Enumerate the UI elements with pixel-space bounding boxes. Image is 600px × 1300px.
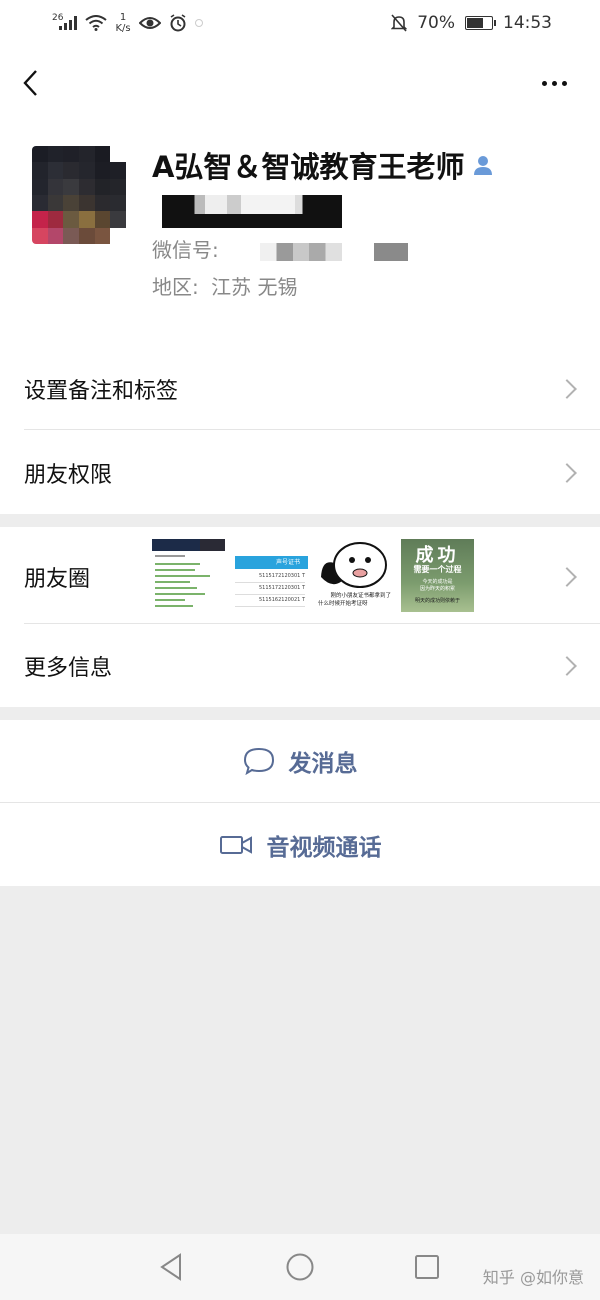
speed-value: 1 — [119, 12, 127, 23]
moments-thumbnails[interactable]: 声号证书 5115172120301 T 5115172120301 T 511… — [152, 539, 474, 612]
clock: 14:53 — [503, 13, 552, 33]
send-message-label: 发消息 — [288, 751, 358, 777]
redacted-nickname-bar — [162, 214, 342, 228]
watermark: 知乎 @如你意 — [482, 1268, 584, 1287]
thumb2-row: 5115172120301 T — [235, 571, 305, 583]
mute-bell-icon — [391, 14, 408, 32]
settings-section: 设置备注和标签 朋友权限 — [0, 346, 600, 514]
thumb2-row: 5115172120301 T — [235, 583, 305, 595]
thumb4-line: 今天的成功是 — [422, 579, 453, 585]
battery-percent: 70% — [417, 13, 455, 33]
send-message-button[interactable]: 发消息 — [0, 720, 600, 802]
meme-face-illustration — [321, 542, 387, 588]
contact-name-text: A弘智＆智诚教育王老师 — [152, 150, 465, 184]
redacted-wechat-id — [260, 243, 342, 261]
friend-permissions-row[interactable]: 朋友权限 — [0, 430, 600, 514]
nav-back-icon[interactable] — [158, 1252, 184, 1282]
contact-name: A弘智＆智诚教育王老师 — [152, 144, 494, 186]
moments-thumbnail-4: 成功 需要一个过程 今天的成功是 因为昨天的积累 明天的成功则依赖于 — [401, 539, 474, 612]
thumb3-caption-1: 刚的小朋友证书都拿到了 — [330, 593, 391, 599]
moments-thumbnail-2: 声号证书 5115172120301 T 5115172120301 T 511… — [235, 539, 308, 612]
chevron-right-icon — [557, 567, 577, 587]
alarm-icon — [170, 14, 186, 32]
battery-level — [467, 18, 484, 28]
more-info-label: 更多信息 — [24, 656, 113, 681]
thumb3-caption-2: 什么时候开始考证呀 — [318, 601, 368, 607]
video-call-button[interactable]: 音视频通话 — [0, 803, 600, 886]
more-info-row[interactable]: 更多信息 — [0, 624, 600, 707]
wifi-icon — [85, 15, 108, 31]
notification-dot-icon — [194, 19, 203, 27]
nav-recents-icon[interactable] — [414, 1254, 440, 1280]
network-speed: 1 K/s — [115, 12, 130, 34]
thumb4-line: 明天的成功则依赖于 — [414, 598, 460, 604]
signal-indicator: 26 — [52, 13, 78, 30]
chevron-right-icon — [557, 656, 577, 676]
thumb2-header: 声号证书 — [235, 556, 308, 569]
person-icon — [474, 156, 493, 175]
back-arrow-icon[interactable] — [20, 68, 44, 98]
thumb2-row: 5115162120021 T — [235, 595, 305, 607]
thumb4-line: 因为昨天的积累 — [419, 586, 455, 592]
avatar[interactable] — [32, 146, 126, 244]
region-row: 地区: 江苏 无锡 — [152, 271, 297, 300]
thumb4-subtitle: 需要一个过程 — [413, 565, 462, 574]
eye-icon — [138, 17, 161, 29]
moments-thumbnail-1 — [152, 539, 225, 612]
video-camera-icon — [219, 835, 252, 854]
chat-bubble-icon — [243, 747, 274, 775]
status-left: 26 1 K/s — [52, 8, 203, 38]
battery-icon — [465, 16, 496, 30]
more-options-button[interactable] — [542, 76, 574, 90]
status-right: 70% 14:53 — [391, 8, 552, 38]
redacted-wechat-id-2 — [374, 243, 408, 261]
set-remark-label: 设置备注和标签 — [24, 379, 179, 404]
set-remark-row[interactable]: 设置备注和标签 — [0, 346, 600, 430]
nav-home-icon[interactable] — [285, 1252, 315, 1282]
moments-label: 朋友圈 — [24, 567, 91, 592]
chevron-right-icon — [557, 379, 577, 399]
region-value: 江苏 无锡 — [211, 275, 298, 299]
video-call-label: 音视频通话 — [266, 834, 382, 861]
speed-unit: K/s — [115, 23, 131, 34]
moments-thumbnail-3: 刚的小朋友证书都拿到了 什么时候开始考证呀 — [318, 539, 391, 612]
wechat-id-label: 微信号: — [152, 238, 219, 262]
chevron-right-icon — [557, 463, 577, 483]
network-type-label: 26 — [52, 13, 64, 23]
region-label: 地区: — [152, 275, 199, 299]
status-bar: 26 1 K/s 70% 14:53 — [0, 0, 600, 46]
friend-permissions-label: 朋友权限 — [24, 463, 113, 488]
